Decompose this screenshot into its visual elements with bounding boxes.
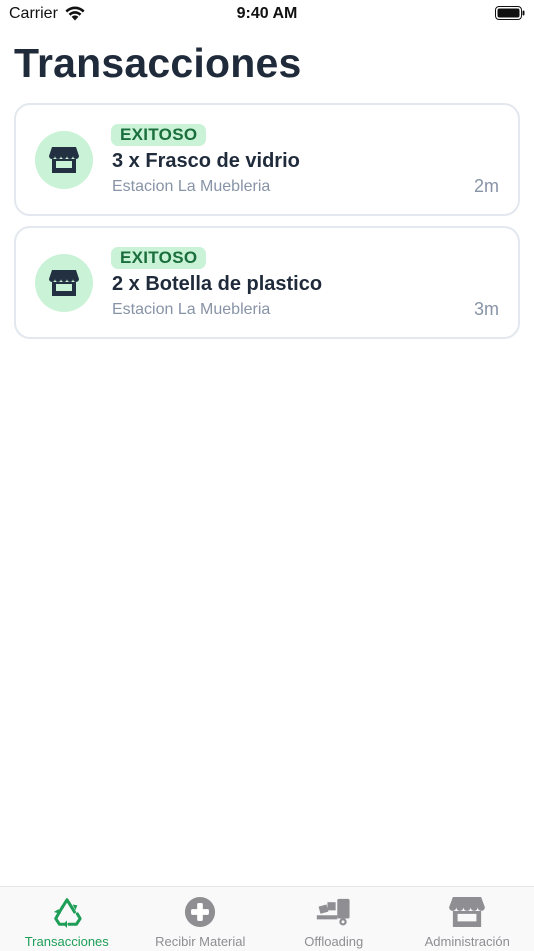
store-icon xyxy=(49,146,79,174)
tab-label: Recibir Material xyxy=(134,934,268,949)
truck-icon xyxy=(316,895,352,929)
tab-recibir-material[interactable]: Recibir Material xyxy=(134,887,268,951)
transaction-title: 2 x Botella de plastico xyxy=(112,273,322,296)
tab-offloading[interactable]: Offloading xyxy=(267,887,401,951)
status-badge: EXITOSO xyxy=(111,247,206,269)
transaction-card[interactable]: EXITOSO 2 x Botella de plastico Estacion… xyxy=(14,226,520,339)
tab-transacciones[interactable]: Transacciones xyxy=(0,887,134,951)
tab-bar: Transacciones Recibir Material Offloadin… xyxy=(0,886,534,951)
tab-label: Administración xyxy=(401,934,534,949)
transaction-card[interactable]: EXITOSO 3 x Frasco de vidrio Estacion La… xyxy=(14,103,520,216)
transaction-avatar xyxy=(35,254,93,312)
transaction-time: 3m xyxy=(474,299,499,320)
status-badge: EXITOSO xyxy=(111,124,206,146)
recycle-icon xyxy=(49,895,85,929)
transaction-station: Estacion La Muebleria xyxy=(112,301,270,319)
store-icon xyxy=(49,269,79,297)
status-time: 9:40 AM xyxy=(0,5,534,23)
tab-label: Offloading xyxy=(267,934,401,949)
transaction-avatar xyxy=(35,131,93,189)
transaction-time: 2m xyxy=(474,176,499,197)
transaction-title: 3 x Frasco de vidrio xyxy=(112,150,300,173)
store-icon xyxy=(449,895,485,929)
plus-circle-icon xyxy=(182,895,218,929)
tab-administracion[interactable]: Administración xyxy=(401,887,534,951)
transaction-station: Estacion La Muebleria xyxy=(112,178,270,196)
page-title: Transacciones xyxy=(14,40,301,87)
status-bar: Carrier 9:40 AM xyxy=(0,0,534,28)
tab-label: Transacciones xyxy=(0,934,134,949)
battery-icon xyxy=(495,6,525,20)
transaction-list: EXITOSO 3 x Frasco de vidrio Estacion La… xyxy=(14,103,520,349)
